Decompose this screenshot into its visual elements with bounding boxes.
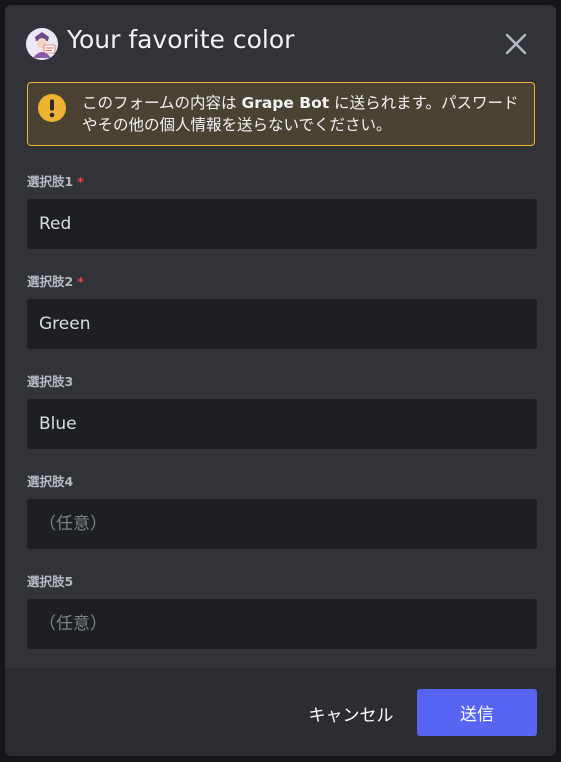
warning-text: このフォームの内容は Grape Bot に送られます。パスワードやその他の個人…	[82, 92, 528, 136]
required-asterisk: *	[77, 274, 84, 289]
close-button[interactable]	[499, 27, 533, 61]
field-label-text: 選択肢2	[27, 274, 74, 289]
field-label-text: 選択肢3	[27, 374, 74, 389]
choice-5-input[interactable]	[27, 599, 537, 649]
exclamation-icon	[38, 94, 66, 122]
choice-3-input[interactable]	[27, 399, 537, 449]
modal-footer: キャンセル 送信	[5, 668, 556, 756]
required-asterisk: *	[77, 174, 84, 189]
choice-4-input[interactable]	[27, 499, 537, 549]
field-label-text: 選択肢4	[27, 474, 74, 489]
choice-2-input[interactable]	[27, 299, 537, 349]
submit-button[interactable]: 送信	[417, 689, 537, 736]
field-label-text: 選択肢1	[27, 174, 74, 189]
modal-title: Your favorite color	[67, 25, 295, 54]
choice-1-input[interactable]	[27, 199, 537, 249]
bot-name: Grape Bot	[241, 94, 330, 112]
modal-form: Your favorite color このフォームの内容は Grape Bot…	[5, 5, 556, 756]
modal-header: Your favorite color	[5, 5, 556, 75]
close-icon	[505, 33, 527, 55]
field-label-3: 選択肢3	[27, 371, 73, 390]
bot-avatar-icon	[26, 28, 58, 60]
privacy-warning: このフォームの内容は Grape Bot に送られます。パスワードやその他の個人…	[27, 82, 535, 146]
field-label-4: 選択肢4	[27, 471, 73, 490]
field-label-text: 選択肢5	[27, 574, 74, 589]
field-label-2: 選択肢2 *	[27, 271, 84, 290]
cancel-button[interactable]: キャンセル	[295, 690, 407, 736]
field-label-5: 選択肢5	[27, 571, 73, 590]
warning-text-before: このフォームの内容は	[82, 94, 242, 112]
field-label-1: 選択肢1 *	[27, 171, 84, 190]
